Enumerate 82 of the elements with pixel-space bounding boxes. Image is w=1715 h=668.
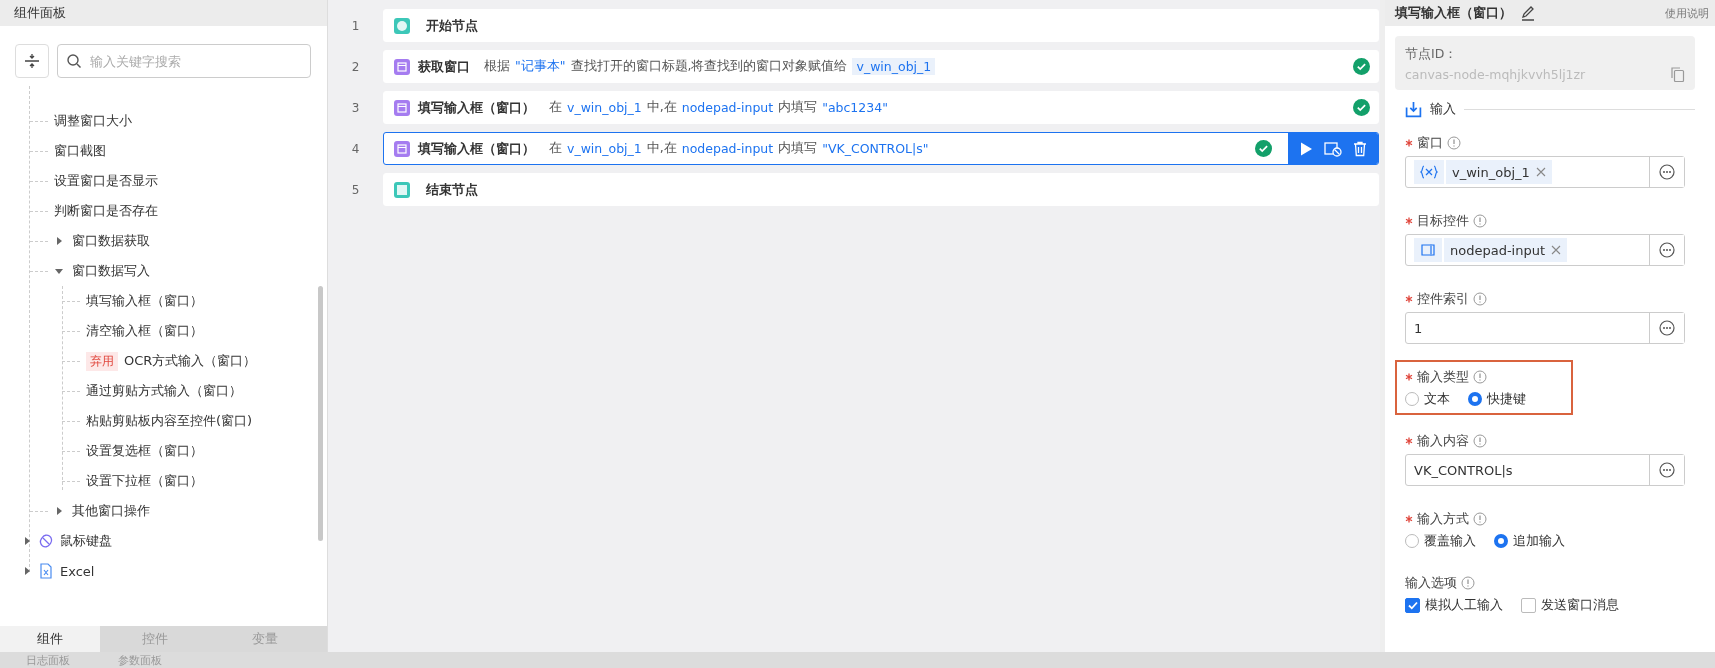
checkbox-option[interactable]: 模拟人工输入 (1405, 596, 1503, 614)
tree-item[interactable]: 窗口截图 (0, 136, 327, 166)
window-node-icon (394, 99, 410, 116)
disable-icon[interactable] (1324, 140, 1342, 157)
field-label: 目标控件 (1417, 212, 1469, 230)
info-icon (1473, 292, 1487, 306)
radio-option[interactable]: 追加输入 (1494, 532, 1565, 550)
tree-item[interactable]: 填写输入框（窗口） (0, 286, 327, 316)
field-label: 输入内容 (1417, 432, 1469, 450)
tree-item[interactable]: 判断窗口是否存在 (0, 196, 327, 226)
search-icon (66, 53, 82, 69)
collapse-icon (24, 53, 40, 69)
flow-step[interactable]: 填写输入框（窗口） 在 v_win_obj_1 中,在 nodepad-input 内填写 "VK_CONTROL|s" (383, 132, 1379, 165)
tree-item[interactable]: 鼠标键盘 (0, 526, 327, 556)
step-title: 开始节点 (426, 16, 478, 35)
flow-step[interactable]: 填写输入框（窗口） 在 v_win_obj_1 中,在 nodepad-input 内填写 "abc1234" (383, 91, 1379, 124)
field-label: 输入类型 (1417, 368, 1469, 386)
radio-option[interactable]: 文本 (1405, 390, 1450, 408)
flow-step[interactable]: 开始节点 (383, 9, 1379, 42)
field-label: 窗口 (1417, 134, 1443, 152)
step-title: 结束节点 (426, 180, 478, 199)
checkbox-option[interactable]: 发送窗口消息 (1521, 596, 1619, 614)
tree-item[interactable]: 窗口数据写入 (0, 256, 327, 286)
line-number: 5 (350, 182, 361, 197)
tree-item[interactable]: Excel (0, 556, 327, 586)
step-description: 在 v_win_obj_1 中,在 nodepad-input 内填写 "abc1234" (549, 99, 888, 116)
tree-item[interactable]: 调整窗口大小 (0, 106, 327, 136)
tree-item[interactable]: 设置复选框（窗口） (0, 436, 327, 466)
step-title: 填写输入框（窗口） (418, 98, 535, 117)
field-label: 输入选项 (1405, 574, 1457, 592)
tree-item[interactable]: 设置窗口是否显示 (0, 166, 327, 196)
radio-option[interactable]: 快捷键 (1468, 390, 1526, 408)
line-number: 1 (350, 18, 361, 33)
panel-title: 组件面板 (0, 0, 327, 26)
step-description: 在 v_win_obj_1 中,在 nodepad-input 内填写 "VK_CONTROL|s" (549, 140, 929, 157)
step-description: 根据 "记事本" 查找打开的窗口标题,将查找到的窗口对象赋值给 v_win_obj_1 (484, 58, 936, 75)
radio-button[interactable] (1468, 392, 1482, 406)
end-node-icon (394, 181, 410, 198)
step-title: 获取窗口 (418, 57, 470, 76)
help-link[interactable]: 使用说明 (1665, 5, 1709, 21)
info-icon (1473, 434, 1487, 448)
node-id-label: 节点ID： (1405, 46, 1459, 63)
collapse-button[interactable] (15, 44, 49, 78)
input-section-icon (1405, 100, 1422, 118)
tree-item[interactable]: 设置下拉框（窗口） (0, 466, 327, 496)
panel-title: 填写输入框（窗口） (1395, 4, 1512, 22)
edit-icon[interactable] (1520, 5, 1536, 21)
section-title: 输入 (1430, 100, 1456, 118)
tree-item[interactable]: 其他窗口操作 (0, 496, 327, 526)
radio-button[interactable] (1494, 534, 1508, 548)
flow-step[interactable]: 结束节点 (383, 173, 1379, 206)
scrollbar[interactable] (318, 286, 323, 541)
info-icon (1461, 576, 1475, 590)
window-node-icon (394, 140, 410, 157)
tree-item[interactable]: 窗口数据获取 (0, 226, 327, 256)
line-number: 3 (350, 100, 361, 115)
play-icon[interactable] (1298, 140, 1314, 157)
line-number: 4 (350, 141, 361, 156)
deprecated-tag: 弃用 (86, 351, 118, 371)
start-node-icon (394, 17, 410, 34)
copy-icon[interactable] (1671, 67, 1685, 82)
checkbox[interactable] (1521, 597, 1536, 613)
tree-item[interactable]: 弃用 OCR方式输入（窗口） (0, 346, 327, 376)
checkbox[interactable] (1405, 597, 1420, 613)
tree-item[interactable]: 清空输入框（窗口） (0, 316, 327, 346)
line-number: 2 (350, 59, 361, 74)
info-icon (1473, 214, 1487, 228)
panel-tab[interactable]: 组件 (0, 626, 100, 652)
tree-item[interactable]: 粘贴剪贴板内容至控件(窗口) (0, 406, 327, 436)
delete-icon[interactable] (1352, 140, 1368, 157)
tree-item[interactable]: 通过剪贴方式输入（窗口） (0, 376, 327, 406)
info-icon (1447, 136, 1461, 150)
radio-option[interactable]: 覆盖输入 (1405, 532, 1476, 550)
info-icon (1473, 370, 1487, 384)
search-field[interactable]: 输入关键字搜索 (57, 44, 311, 78)
spreadsheet-file-icon (38, 563, 54, 579)
info-icon (1473, 512, 1487, 526)
field-label: 控件索引 (1417, 290, 1469, 308)
window-node-icon (394, 58, 410, 75)
step-title: 填写输入框（窗口） (418, 139, 535, 158)
field-label: 输入方式 (1417, 510, 1469, 528)
flow-step[interactable]: 获取窗口 根据 "记事本" 查找打开的窗口标题,将查找到的窗口对象赋值给 v_win_obj_1 (383, 50, 1379, 83)
